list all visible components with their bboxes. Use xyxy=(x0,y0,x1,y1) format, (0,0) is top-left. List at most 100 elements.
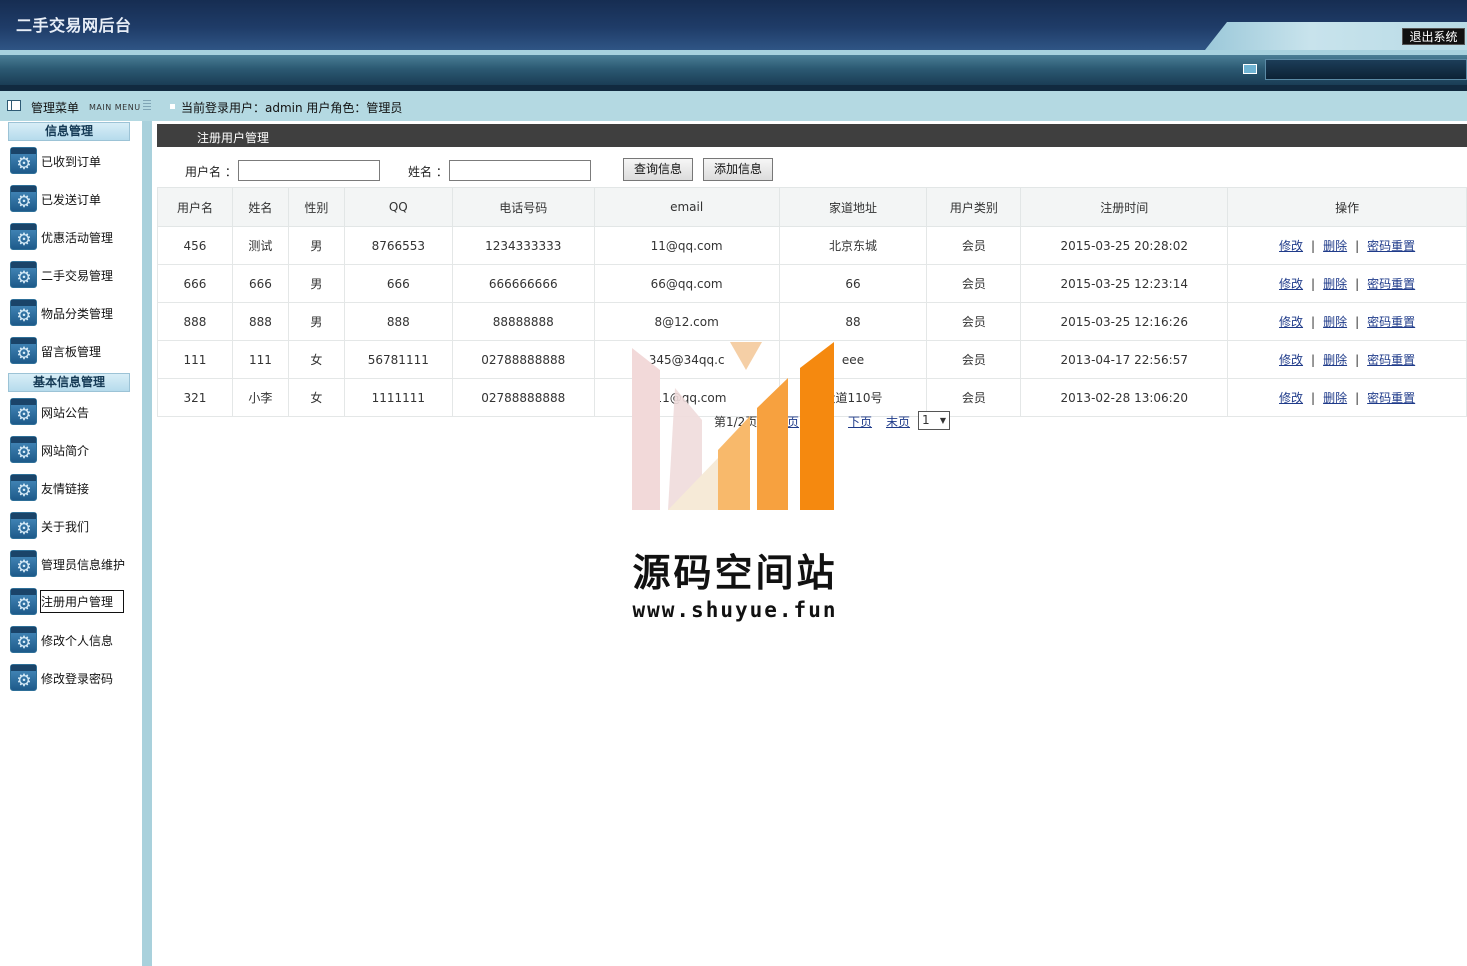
sidebar-section-info[interactable]: 信息管理 xyxy=(8,122,130,141)
separator: | xyxy=(1355,239,1360,253)
column-header: 家道地址 xyxy=(778,187,928,227)
next-page-link[interactable]: 下页 xyxy=(848,415,872,429)
cell-username: 111 xyxy=(157,340,233,379)
cell-email: 66@qq.com xyxy=(593,264,780,303)
cell-name: 666 xyxy=(231,264,289,303)
cell-username: 456 xyxy=(157,226,233,265)
nav-bar xyxy=(0,55,1467,85)
sidebar-item-registered-users[interactable]: ⚙ 注册用户管理 xyxy=(8,586,138,618)
delete-link[interactable]: 删除 xyxy=(1323,239,1347,253)
cell-user-type: 会员 xyxy=(926,226,1022,265)
menu-icon xyxy=(7,100,21,111)
gear-icon: ⚙ xyxy=(10,223,37,250)
sidebar-item-label: 已发送订单 xyxy=(41,193,102,207)
sidebar-item-label: 网站公告 xyxy=(41,406,90,420)
cell-address: 66 xyxy=(778,264,928,303)
sidebar-item-about[interactable]: ⚙ 关于我们 xyxy=(8,510,138,542)
sidebar-item-categories[interactable]: ⚙ 物品分类管理 xyxy=(8,297,138,329)
edit-link[interactable]: 修改 xyxy=(1279,239,1303,253)
cell-qq: 8766553 xyxy=(343,226,453,265)
cell-name: 小李 xyxy=(231,378,289,417)
gear-icon: ⚙ xyxy=(10,512,37,539)
sidebar-item-edit-profile[interactable]: ⚙ 修改个人信息 xyxy=(8,624,138,656)
reset-password-link[interactable]: 密码重置 xyxy=(1367,239,1415,253)
reset-password-link[interactable]: 密码重置 xyxy=(1367,315,1415,329)
separator: | xyxy=(1355,277,1360,291)
sidebar-section-basic[interactable]: 基本信息管理 xyxy=(8,373,130,392)
column-header: 操作 xyxy=(1227,187,1467,227)
menu-title: 管理菜单 xyxy=(31,101,80,115)
cell-register-time: 2015-03-25 12:23:14 xyxy=(1020,264,1229,303)
name-label: 姓名 ： xyxy=(408,165,448,179)
cell-gender: 男 xyxy=(287,264,345,303)
edit-link[interactable]: 修改 xyxy=(1279,315,1303,329)
sidebar-item-announcements[interactable]: ⚙ 网站公告 xyxy=(8,396,138,428)
cell-register-time: 2013-02-28 13:06:20 xyxy=(1020,378,1229,417)
sidebar-item-messages[interactable]: ⚙ 留言板管理 xyxy=(8,335,138,367)
separator: | xyxy=(1311,277,1316,291)
table-row: 888 888 男 888 88888888 8@12.com 88 会员 20… xyxy=(157,302,1467,341)
reset-password-link[interactable]: 密码重置 xyxy=(1367,391,1415,405)
edit-link[interactable]: 修改 xyxy=(1279,391,1303,405)
gear-icon: ⚙ xyxy=(10,337,37,364)
sidebar-item-admin-info[interactable]: ⚙ 管理员信息维护 xyxy=(8,548,138,580)
cell-name: 测试 xyxy=(231,226,289,265)
sidebar-item-sent-orders[interactable]: ⚙ 已发送订单 xyxy=(8,183,138,215)
cell-phone: 666666666 xyxy=(451,264,595,303)
cell-username: 321 xyxy=(157,378,233,417)
sidebar-item-trades[interactable]: ⚙ 二手交易管理 xyxy=(8,259,138,291)
edit-link[interactable]: 修改 xyxy=(1279,353,1303,367)
sidebar-item-label: 网站简介 xyxy=(41,444,90,458)
gear-icon: ⚙ xyxy=(10,588,37,615)
column-header: 注册时间 xyxy=(1020,187,1229,227)
sidebar-item-received-orders[interactable]: ⚙ 已收到订单 xyxy=(8,145,138,177)
cell-user-type: 会员 xyxy=(926,340,1022,379)
column-header: 用户名 xyxy=(157,187,233,227)
username-search-input[interactable] xyxy=(238,160,380,181)
sidebar-toggle-grip-icon[interactable] xyxy=(143,100,151,110)
sidebar-item-label: 修改个人信息 xyxy=(41,634,114,648)
delete-link[interactable]: 删除 xyxy=(1323,277,1347,291)
next-page[interactable]: 下页 xyxy=(848,413,872,430)
cell-user-type: 会员 xyxy=(926,302,1022,341)
reset-password-link[interactable]: 密码重置 xyxy=(1367,353,1415,367)
current-user-info: 当前登录用户：admin 用户角色：管理员 xyxy=(181,101,403,115)
watermark-url: www.shuyue.fun xyxy=(632,598,838,622)
sidebar-divider xyxy=(142,121,152,966)
watermark-title: 源码空间站 xyxy=(632,551,838,595)
delete-link[interactable]: 删除 xyxy=(1323,391,1347,405)
name-search-input[interactable] xyxy=(449,160,591,181)
sidebar-item-label: 修改登录密码 xyxy=(41,672,114,686)
panel-title: 注册用户管理 xyxy=(197,131,270,145)
sidebar-item-promotions[interactable]: ⚙ 优惠活动管理 xyxy=(8,221,138,253)
gear-icon: ⚙ xyxy=(10,664,37,691)
sidebar-item-change-password[interactable]: ⚙ 修改登录密码 xyxy=(8,662,138,694)
cell-qq: 56781111 xyxy=(343,340,453,379)
reset-password-link[interactable]: 密码重置 xyxy=(1367,277,1415,291)
column-header: 性别 xyxy=(287,187,345,227)
query-button[interactable]: 查询信息 xyxy=(623,158,693,181)
cell-phone: 1234333333 xyxy=(451,226,595,265)
sidebar-item-links[interactable]: ⚙ 友情链接 xyxy=(8,472,138,504)
logout-button[interactable]: 退出系统 xyxy=(1402,28,1465,45)
cell-username: 888 xyxy=(157,302,233,341)
add-button[interactable]: 添加信息 xyxy=(703,158,773,181)
sidebar-item-site-intro[interactable]: ⚙ 网站简介 xyxy=(8,434,138,466)
last-page[interactable]: 末页 xyxy=(886,413,910,430)
delete-link[interactable]: 删除 xyxy=(1323,353,1347,367)
cell-actions: 修改 | 删除 | 密码重置 xyxy=(1227,226,1467,265)
last-page-link[interactable]: 末页 xyxy=(886,415,910,429)
cell-register-time: 2015-03-25 20:28:02 xyxy=(1020,226,1229,265)
delete-link[interactable]: 删除 xyxy=(1323,315,1347,329)
system-title: 二手交易网后台 xyxy=(16,16,132,35)
edit-link[interactable]: 修改 xyxy=(1279,277,1303,291)
cell-phone: 02788888888 xyxy=(451,340,595,379)
separator: | xyxy=(1355,391,1360,405)
cell-gender: 男 xyxy=(287,302,345,341)
cell-email: 11@qq.com xyxy=(593,226,780,265)
sidebar-item-label: 关于我们 xyxy=(41,520,90,534)
cell-name: 111 xyxy=(231,340,289,379)
page-select[interactable]: 1 xyxy=(918,411,950,430)
cell-user-type: 会员 xyxy=(926,264,1022,303)
gear-icon: ⚙ xyxy=(10,398,37,425)
